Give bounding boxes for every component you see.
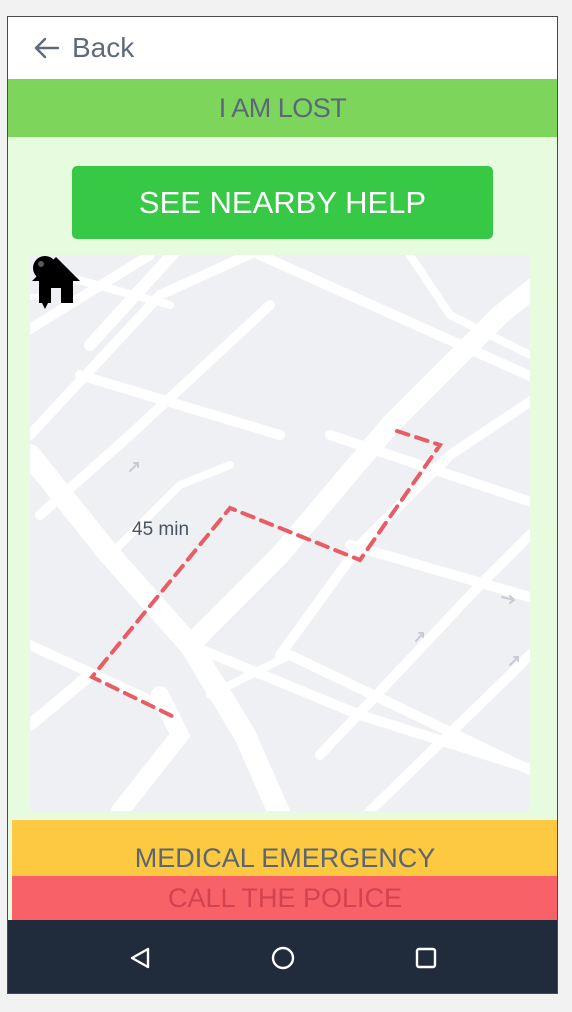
top-bar: Back [8,17,557,79]
square-recents-icon [415,947,436,968]
triangle-back-icon [130,947,149,968]
nav-back-button[interactable] [126,944,154,972]
back-button-label[interactable]: Back [72,32,134,64]
route-map[interactable]: 45 min [30,255,530,811]
call-police-button[interactable]: CALL THE POLICE [12,876,557,920]
nav-home-button[interactable] [269,944,297,972]
location-pin-icon[interactable] [30,255,60,311]
page-title: I AM LOST [8,79,557,137]
see-nearby-help-button[interactable]: SEE NEARBY HELP [72,166,493,239]
system-nav-bar [8,920,557,993]
map-roads [30,255,530,811]
phone-screen: Back I AM LOST SEE NEARBY HELP 45 min ME… [7,16,558,994]
circle-home-icon [271,946,294,969]
travel-time-label: 45 min [132,519,190,540]
medical-emergency-button[interactable]: MEDICAL EMERGENCY [12,820,557,876]
nav-recents-button[interactable] [412,944,440,972]
arrow-left-icon[interactable] [32,33,62,63]
